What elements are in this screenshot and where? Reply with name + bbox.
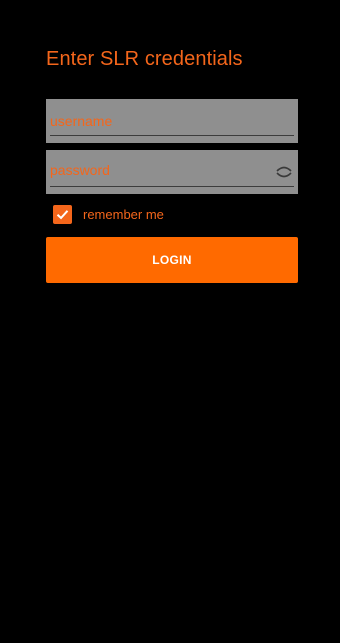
- remember-me-label: remember me: [83, 207, 164, 222]
- password-underline: [50, 186, 294, 187]
- remember-me-checkbox[interactable]: [53, 205, 72, 224]
- login-button[interactable]: LOGIN: [46, 237, 298, 283]
- username-underline: [50, 135, 294, 136]
- eye-toggle-icon[interactable]: [274, 162, 294, 182]
- page-title: Enter SLR credentials: [46, 48, 243, 70]
- remember-me-row[interactable]: remember me: [53, 205, 164, 224]
- password-input[interactable]: [50, 150, 276, 190]
- username-field-container: [46, 99, 298, 143]
- password-field-container: [46, 150, 298, 194]
